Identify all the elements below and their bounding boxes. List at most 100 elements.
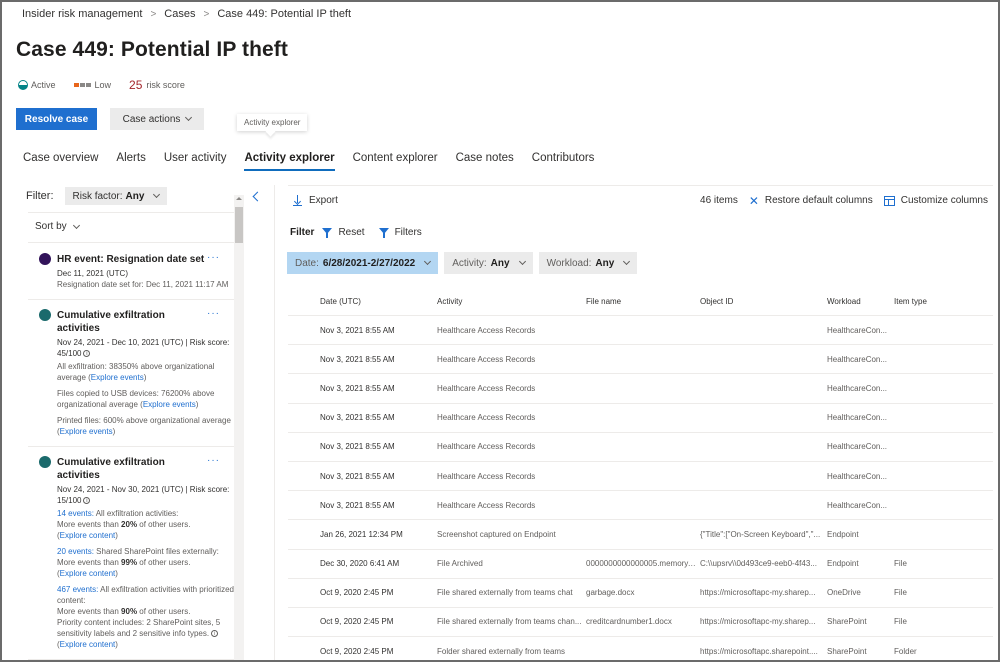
- table-row[interactable]: Nov 3, 2021 8:55 AM Healthcare Access Rec…: [288, 315, 993, 344]
- cell-activity: Healthcare Access Records: [437, 413, 536, 423]
- card-event: 20 events: Shared SharePoint files exter…: [57, 547, 219, 578]
- table-row[interactable]: Nov 3, 2021 8:55 AM Healthcare Access Rec…: [288, 490, 993, 519]
- items-count: 46 items: [700, 195, 738, 206]
- left-panel-scrollbar[interactable]: [234, 195, 244, 662]
- divider: [28, 212, 235, 213]
- scroll-thumb[interactable]: [235, 207, 243, 243]
- event-extra: Priority content includes: 2 SharePoint …: [57, 618, 221, 638]
- table-header: Date (UTC) Activity File name Object ID …: [288, 287, 993, 315]
- close-icon: ✕: [748, 193, 759, 208]
- cell-item-type: File: [894, 559, 907, 569]
- line-tail: ): [195, 400, 199, 409]
- column-header-activity[interactable]: Activity: [437, 297, 586, 306]
- explore-events-link[interactable]: Explore events: [143, 400, 196, 409]
- column-header-workload[interactable]: Workload: [827, 297, 894, 306]
- event-post: of other users.: [137, 558, 191, 567]
- table-row[interactable]: Nov 3, 2021 8:55 AM Healthcare Access Rec…: [288, 373, 993, 402]
- chevron-down-icon: [72, 221, 80, 229]
- divider: [288, 185, 993, 186]
- cell-activity: File shared externally from teams chan..…: [437, 617, 582, 627]
- risk-factor-dropdown[interactable]: Risk factor: Any: [64, 187, 168, 205]
- risk-activity-panel: Filter: Risk factor: Any Sort by HR even…: [16, 184, 245, 662]
- workload-filter-chip[interactable]: Workload: Any: [538, 252, 638, 274]
- tab-activity-explorer[interactable]: Activity explorer: [244, 152, 335, 171]
- chip-label: Workload:: [546, 257, 592, 269]
- table-row[interactable]: Oct 9, 2020 2:45 PM Folder shared externa…: [288, 636, 993, 662]
- date-filter-chip[interactable]: Date: 6/28/2021-2/27/2022: [287, 252, 439, 274]
- activity-card[interactable]: Cumulative exfiltration activities ··· N…: [28, 300, 234, 447]
- info-icon[interactable]: i: [211, 630, 219, 638]
- column-header-item-type[interactable]: Item type: [894, 297, 954, 306]
- cell-activity: Healthcare Access Records: [437, 383, 536, 393]
- collapse-panel-chevron-icon[interactable]: [251, 190, 261, 204]
- events-count-link[interactable]: 14 events:: [57, 509, 94, 518]
- scroll-up-arrow-icon[interactable]: [236, 197, 242, 200]
- left-filter-row: Filter: Risk factor: Any: [26, 187, 168, 205]
- card-date: Dec 11, 2021 (UTC): [57, 269, 128, 278]
- table-row[interactable]: Dec 30, 2020 6:41 AM File Archived 0000000…: [288, 548, 993, 578]
- table-row[interactable]: Nov 3, 2021 8:55 AM Healthcare Access Rec…: [288, 431, 993, 461]
- tab-tooltip: Activity explorer: [237, 114, 308, 131]
- events-count-link[interactable]: 20 events:: [57, 547, 94, 556]
- table-row[interactable]: Oct 9, 2020 2:45 PM File shared externall…: [288, 577, 993, 607]
- resolve-case-button[interactable]: Resolve case: [16, 108, 97, 130]
- card-date: Nov 24, 2021 - Nov 30, 2021 (UTC) | Risk…: [57, 484, 234, 506]
- cell-object-id: https://microsoftapc.sharepoint....: [700, 646, 818, 656]
- table-row[interactable]: Nov 3, 2021 8:55 AM Healthcare Access Rec…: [288, 344, 993, 373]
- column-header-object-id[interactable]: Object ID: [700, 297, 827, 306]
- tab-user-activity[interactable]: User activity: [164, 152, 227, 171]
- column-header-file-name[interactable]: File name: [586, 297, 700, 306]
- card-line: Printed files: 600% above organizational…: [57, 415, 234, 437]
- reset-filters-button[interactable]: Reset: [322, 227, 365, 238]
- activity-filter-chip[interactable]: Activity: Any: [444, 252, 533, 274]
- table-row[interactable]: Jan 26, 2021 12:34 PM Screenshot captured…: [288, 519, 993, 548]
- risk-factor-value: Any: [125, 190, 145, 202]
- activity-card[interactable]: HR event: Resignation date set ··· Dec 1…: [28, 244, 234, 300]
- explore-content-link[interactable]: Explore content: [60, 531, 116, 540]
- restore-default-columns-button[interactable]: ✕ Restore default columns: [748, 193, 873, 208]
- cell-file-name: garbage.docx: [586, 588, 635, 598]
- sort-by-dropdown[interactable]: Sort by: [35, 221, 80, 232]
- cell-date: Nov 3, 2021 8:55 AM: [320, 325, 395, 335]
- info-icon[interactable]: i: [83, 350, 91, 358]
- table-row[interactable]: Nov 3, 2021 8:55 AM Healthcare Access Rec…: [288, 402, 993, 432]
- info-icon[interactable]: i: [83, 497, 91, 505]
- activity-cards: HR event: Resignation date set ··· Dec 1…: [28, 244, 234, 660]
- customize-columns-button[interactable]: Customize columns: [883, 195, 988, 206]
- breadcrumb-item-insider-risk[interactable]: Insider risk management: [22, 8, 142, 20]
- sort-by-label: Sort by: [35, 221, 67, 232]
- export-button[interactable]: Export: [293, 195, 338, 206]
- card-date: Nov 24, 2021 - Dec 10, 2021 (UTC) | Risk…: [57, 337, 234, 359]
- tab-case-notes[interactable]: Case notes: [456, 152, 514, 171]
- divider: [28, 242, 235, 243]
- hr-event-dot-icon: [39, 253, 51, 265]
- more-options-icon[interactable]: ···: [207, 252, 220, 263]
- tab-case-overview[interactable]: Case overview: [23, 152, 98, 171]
- explore-content-link[interactable]: Explore content: [60, 569, 116, 578]
- table-row[interactable]: Oct 9, 2020 2:45 PM File shared externall…: [288, 606, 993, 636]
- case-tabs: Case overview Alerts User activity Activ…: [23, 152, 612, 171]
- more-options-icon[interactable]: ···: [207, 455, 220, 466]
- column-header-date[interactable]: Date (UTC): [288, 297, 437, 306]
- filters-button[interactable]: Filters: [378, 227, 422, 238]
- cell-workload: Endpoint: [827, 559, 859, 569]
- more-options-icon[interactable]: ···: [207, 308, 220, 319]
- activity-card[interactable]: Cumulative exfiltration activities ··· N…: [28, 447, 234, 660]
- breadcrumb-item-cases[interactable]: Cases: [164, 8, 195, 20]
- panel-divider: [274, 185, 275, 662]
- tab-alerts[interactable]: Alerts: [116, 152, 145, 171]
- tab-contributors[interactable]: Contributors: [532, 152, 595, 171]
- explore-events-link[interactable]: Explore events: [91, 373, 144, 382]
- case-actions-button[interactable]: Case actions: [110, 108, 204, 130]
- explore-content-link[interactable]: Explore content: [60, 640, 116, 649]
- filter-icon: [378, 227, 390, 238]
- events-count-link[interactable]: 467 events:: [57, 585, 98, 594]
- cell-date: Nov 3, 2021 8:55 AM: [320, 471, 395, 481]
- tab-content-explorer[interactable]: Content explorer: [353, 152, 438, 171]
- cell-workload: HealthcareCon...: [827, 413, 888, 423]
- table-row[interactable]: Nov 3, 2021 8:55 AM Healthcare Access Rec…: [288, 460, 993, 490]
- restore-label: Restore default columns: [764, 195, 873, 206]
- download-icon: [293, 195, 302, 206]
- cell-object-id: C:\\upsrv\\0d493ce9-eeb0-4f43...: [700, 559, 817, 569]
- explore-events-link[interactable]: Explore events: [60, 427, 113, 436]
